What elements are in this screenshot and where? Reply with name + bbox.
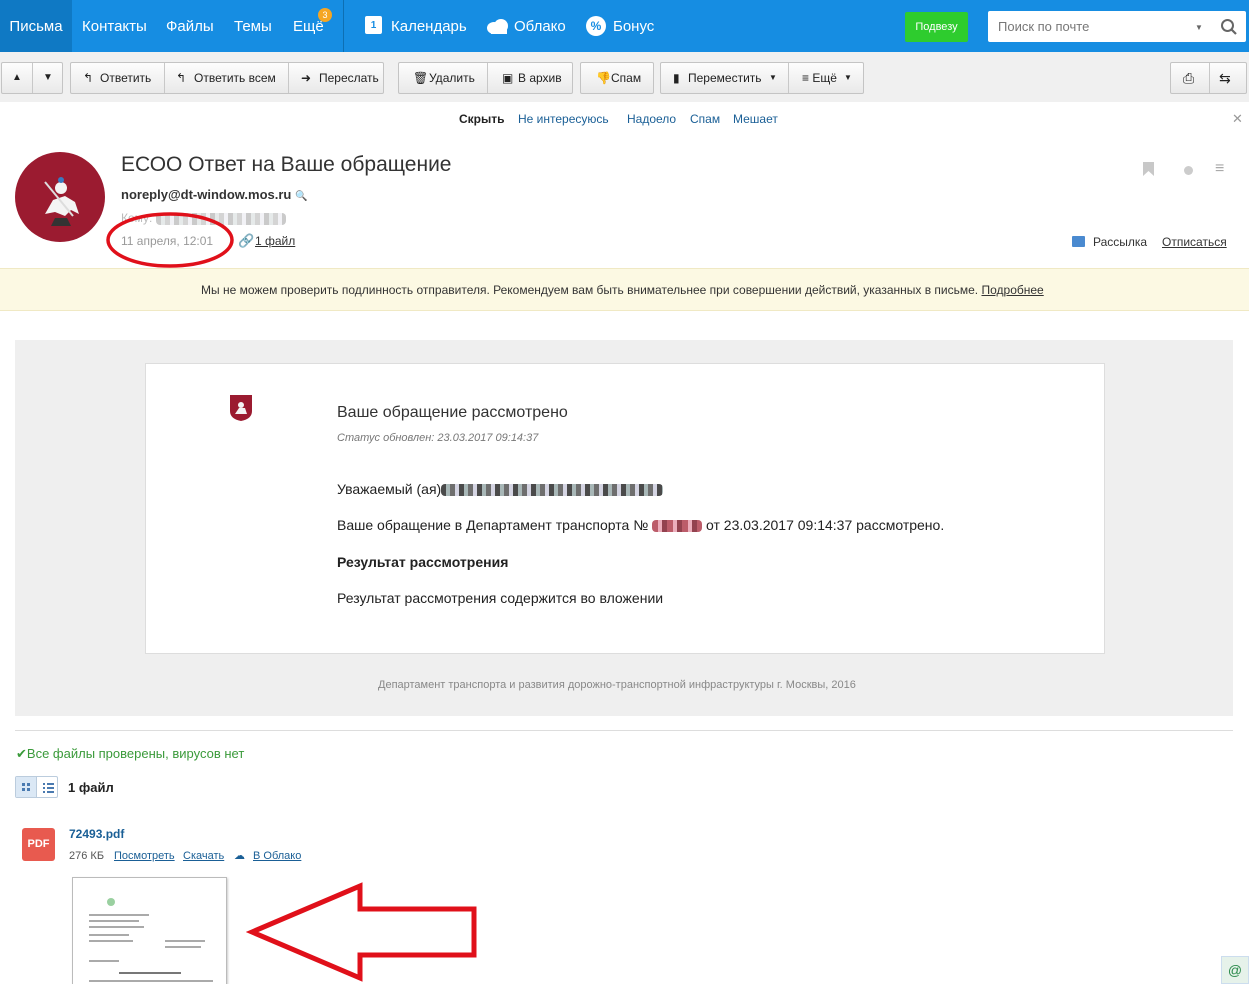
top-nav: Письма Контакты Файлы Темы Ещё 3 1 Кален… <box>0 0 1249 52</box>
delete-archive-group: 🗑 Удалить ▣ В архив <box>398 62 573 94</box>
spam-button[interactable]: 👎 Спам <box>580 62 654 94</box>
result-text: Результат рассмотрения содержится во вло… <box>337 590 664 606</box>
redacted-name <box>441 484 664 497</box>
authenticity-warning: Мы не можем проверить подлинность отправ… <box>0 268 1249 311</box>
checkmark-icon: ✔ <box>16 746 27 761</box>
attachments-link[interactable]: 1 файл <box>255 234 295 248</box>
more-button[interactable]: ≡ Ещё <box>802 63 837 93</box>
nav-arrows: ▲ ▼ <box>1 62 63 94</box>
search-icon[interactable] <box>1220 18 1238 36</box>
nav-contacts[interactable]: Контакты <box>82 0 147 52</box>
menu-icon[interactable]: ≡ <box>1215 160 1224 178</box>
delete-button[interactable]: Удалить <box>429 63 475 93</box>
nav-cloud[interactable]: Облако <box>514 0 566 52</box>
message-card: Ваше обращение рассмотрено Статус обновл… <box>145 363 1105 654</box>
more-chevron-icon: ▼ <box>844 73 852 82</box>
annotation-arrow <box>246 882 477 982</box>
pdf-file-icon: PDF <box>22 828 55 861</box>
attachment-name[interactable]: 72493.pdf <box>69 827 124 841</box>
save-to-cloud-link[interactable]: В Облако <box>253 850 301 862</box>
sender-avatar <box>15 152 105 242</box>
trash-icon: 🗑 <box>413 71 429 85</box>
divider <box>15 730 1233 731</box>
folder-icon: ▮ <box>673 71 680 85</box>
print-icon[interactable]: ⎙ <box>1183 63 1194 93</box>
nav-themes[interactable]: Темы <box>234 0 272 52</box>
prev-message-button[interactable]: ▲ <box>12 63 22 93</box>
unread-dot-icon[interactable] <box>1184 166 1193 175</box>
attachment-size: 276 КБ <box>69 850 105 862</box>
forward-icon: ➜ <box>301 71 312 85</box>
attachments-count: 1 файл <box>68 780 114 795</box>
attachments-view-toggle <box>15 776 58 798</box>
floating-mail-button[interactable]: @ <box>1221 956 1249 984</box>
archive-icon: ▣ <box>502 71 514 85</box>
search-dropdown-icon[interactable]: ▼ <box>1195 23 1203 32</box>
reply-group: ↰ Ответить ↰ Ответить всем ➜ Переслать <box>70 62 384 94</box>
spam-link[interactable]: Спам <box>690 112 720 126</box>
status-updated: Статус обновлен: 23.03.2017 09:14:37 <box>337 432 539 444</box>
list-view-icon[interactable] <box>38 777 58 797</box>
nav-more-badge: 3 <box>318 8 332 22</box>
cloud-icon <box>487 19 508 34</box>
message-subject: ЕСОО Ответ на Ваше обращение <box>121 153 452 176</box>
tired-link[interactable]: Надоело <box>627 112 676 126</box>
mailing-icon <box>1072 236 1085 247</box>
moscow-shield-icon <box>230 395 252 421</box>
reply-button[interactable]: Ответить <box>100 63 151 93</box>
reply-icon: ↰ <box>83 71 94 85</box>
appeal-line: Ваше обращение в Департамент транспорта … <box>337 517 945 533</box>
hide-button[interactable]: Скрыть <box>459 112 505 126</box>
view-attachment-link[interactable]: Посмотреть <box>114 850 175 862</box>
moscow-coat-icon <box>44 177 79 226</box>
nav-calendar[interactable]: Календарь <box>391 0 467 52</box>
layout-toggle-icon[interactable]: ⇆ <box>1219 63 1231 93</box>
grid-view-icon[interactable] <box>16 777 37 797</box>
nav-letters[interactable]: Письма <box>0 0 72 52</box>
move-more-group: ▮ Переместить ▼ ≡ Ещё ▼ <box>660 62 864 94</box>
search-input[interactable]: Поиск по почте ▼ <box>988 11 1246 42</box>
department-footer: Департамент транспорта и развития дорожн… <box>378 679 856 691</box>
bookmark-icon[interactable] <box>1142 161 1155 177</box>
unsubscribe-link[interactable]: Отписаться <box>1162 235 1227 249</box>
reply-all-icon: ↰ <box>176 71 187 85</box>
paperclip-icon: 🔗 <box>238 233 255 248</box>
bonus-icon: % <box>586 16 606 36</box>
cloud-upload-icon: ☁ <box>234 850 245 862</box>
redacted-number <box>652 520 703 533</box>
body-title: Ваше обращение рассмотрено <box>337 404 568 421</box>
sender-search-icon[interactable]: 🔍 <box>295 191 307 202</box>
seal-icon <box>107 898 115 906</box>
download-attachment-link[interactable]: Скачать <box>183 850 224 862</box>
not-interested-link[interactable]: Не интересуюсь <box>518 112 609 126</box>
result-heading: Результат рассмотрения <box>337 554 509 570</box>
annoying-link[interactable]: Мешает <box>733 112 778 126</box>
search-placeholder: Поиск по почте <box>998 19 1090 34</box>
close-icon[interactable]: ✕ <box>1232 111 1243 127</box>
archive-button[interactable]: В архив <box>518 63 562 93</box>
sender-address[interactable]: noreply@dt-window.mos.ru 🔍 <box>121 187 307 202</box>
forward-button[interactable]: Переслать <box>319 63 379 93</box>
more-info-link[interactable]: Подробнее <box>981 283 1043 297</box>
next-message-button[interactable]: ▼ <box>43 63 53 93</box>
calendar-icon: 1 <box>365 16 382 34</box>
nav-more[interactable]: Ещё <box>293 0 324 52</box>
nav-bonus[interactable]: Бонус <box>613 0 654 52</box>
virus-scan-status: ✔Все файлы проверены, вирусов нет <box>16 746 245 761</box>
toolbar: ▲ ▼ ↰ Ответить ↰ Ответить всем ➜ Пересла… <box>0 52 1249 102</box>
greeting: Уважаемый (ая) <box>337 481 664 497</box>
reply-all-button[interactable]: Ответить всем <box>194 63 276 93</box>
attachment-preview[interactable] <box>72 877 227 984</box>
annotation-ellipse <box>106 212 234 268</box>
print-settings-group: ⎙ ⇆ <box>1170 62 1247 94</box>
mailing-label: Рассылка <box>1093 235 1148 249</box>
thumbs-down-icon: 👎 <box>596 71 611 85</box>
promo-button[interactable]: Подвезу <box>905 12 968 42</box>
move-button[interactable]: Переместить <box>688 63 762 93</box>
spam-feedback-bar: Скрыть Не интересуюсь Надоело Спам Мешае… <box>6 111 1246 128</box>
move-chevron-icon: ▼ <box>769 73 777 82</box>
nav-files[interactable]: Файлы <box>166 0 214 52</box>
nav-separator <box>343 0 344 52</box>
